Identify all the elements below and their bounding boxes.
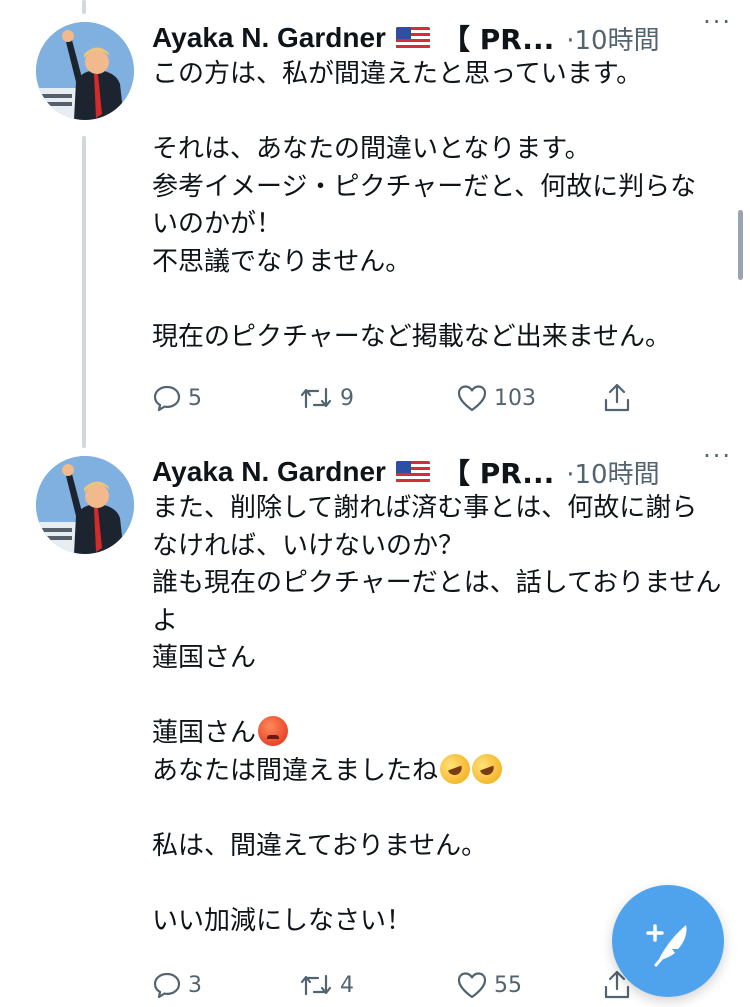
avatar[interactable] (36, 456, 134, 554)
share-button[interactable] (602, 382, 632, 414)
author-name[interactable]: Ayaka N. Gardner (152, 456, 386, 488)
author-name[interactable]: Ayaka N. Gardner (152, 22, 386, 54)
heart-icon (457, 972, 487, 999)
like-count: 103 (494, 385, 536, 411)
compose-tweet-button[interactable] (612, 885, 724, 997)
tweet-text-part-1: また、削除して謝れば済む事とは、何故に謝らなければ、いけないのか？ 誰も現在のピ… (152, 493, 722, 748)
like-count: 55 (494, 972, 522, 998)
timestamp[interactable]: ·10時間 (566, 20, 659, 57)
retweet-count: 9 (340, 385, 354, 411)
tweet-header: Ayaka N. Gardner 【 PR... ·10時間 (152, 18, 730, 58)
us-flag-icon (395, 461, 430, 483)
avatar-image (36, 456, 134, 554)
heart-icon (457, 385, 487, 412)
retweet-icon (300, 974, 332, 996)
name-suffix: 【 PR... (441, 457, 555, 490)
more-options-icon[interactable]: ··· (703, 8, 732, 36)
tweet-text: また、削除して謝れば済む事とは、何故に謝らなければ、いけないのか？ 誰も現在のピ… (152, 490, 722, 940)
compose-feather-icon (646, 924, 687, 967)
more-options-icon[interactable]: ··· (703, 442, 732, 470)
tweet-actions: 5 9 103 (152, 378, 672, 418)
scrollbar[interactable] (738, 210, 743, 280)
tweet-header: Ayaka N. Gardner 【 PR... ·10時間 (152, 452, 730, 492)
tweet-text-part-2: あなたは間違えましたね (152, 755, 439, 786)
like-button[interactable]: 103 (456, 383, 602, 413)
retweet-count: 4 (340, 972, 354, 998)
reply-count: 3 (188, 972, 202, 998)
share-icon (604, 383, 630, 412)
avatar[interactable] (36, 22, 134, 120)
rofl-icon (467, 749, 507, 788)
timestamp[interactable]: ·10時間 (566, 454, 659, 491)
rofl-icon (435, 749, 475, 788)
tweet-actions: 3 4 55 (152, 965, 672, 1005)
avatar-image (36, 22, 134, 120)
retweet-button[interactable]: 9 (298, 383, 456, 413)
retweet-button[interactable]: 4 (298, 970, 456, 1000)
tweet-text-part-3: 私は、間違えておりません。 いい加減にしなさい！ (152, 830, 488, 936)
like-button[interactable]: 55 (456, 970, 602, 1000)
us-flag-icon (395, 27, 430, 49)
tweet-1[interactable]: Ayaka N. Gardner 【 PR... ·10時間 ··· この方は、… (0, 0, 750, 440)
tweet-text: この方は、私が間違えたと思っています。 それは、あなたの間違いとなります。 参考… (152, 59, 697, 352)
reply-count: 5 (188, 385, 202, 411)
name-suffix: 【 PR... (441, 23, 555, 56)
reply-button[interactable]: 5 (152, 383, 298, 413)
reply-icon (153, 972, 181, 999)
retweet-icon (300, 387, 332, 409)
angry-face-icon (258, 716, 289, 746)
reply-icon (153, 385, 181, 412)
reply-button[interactable]: 3 (152, 970, 298, 1000)
